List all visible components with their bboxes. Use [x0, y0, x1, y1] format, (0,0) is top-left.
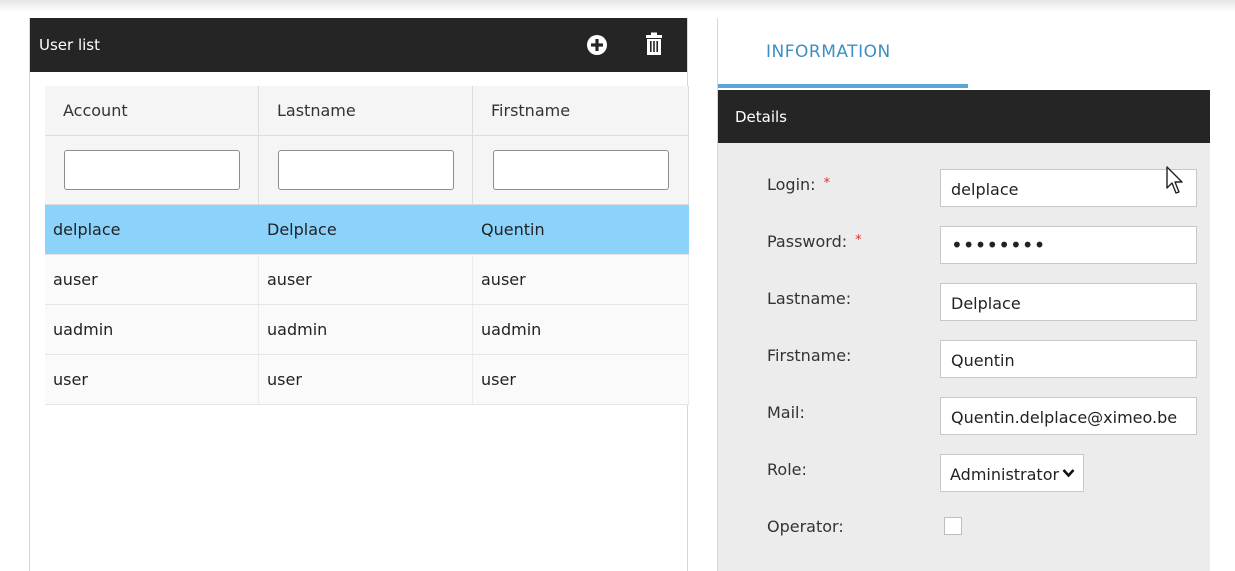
password-label: Password: * [767, 232, 862, 251]
column-header-account[interactable]: Account [45, 86, 259, 135]
user-grid: Account Lastname Firstname delplace Delp… [45, 86, 689, 405]
filter-lastname-input[interactable] [277, 150, 454, 190]
required-marker: * [823, 176, 831, 191]
required-marker: * [855, 233, 862, 248]
cell-firstname: auser [473, 255, 689, 304]
tab-bar: INFORMATION [718, 18, 1210, 90]
cell-lastname: user [259, 355, 473, 404]
form-row-lastname: Lastname: Delplace [718, 279, 1211, 321]
grid-filter-row [45, 136, 689, 205]
trash-icon [646, 32, 662, 55]
cell-lastname: auser [259, 255, 473, 304]
user-list-header: User list [30, 18, 687, 72]
form-row-login: Login: * delplace [718, 165, 1211, 207]
cell-account: delplace [45, 205, 259, 254]
form-row-operator: Operator: [718, 507, 1211, 547]
cell-account: auser [45, 255, 259, 304]
table-row[interactable]: uadmin uadmin uadmin [45, 305, 689, 355]
firstname-label: Firstname: [767, 346, 852, 365]
grid-header: Account Lastname Firstname [45, 86, 689, 136]
login-label: Login: * [767, 175, 831, 194]
firstname-field[interactable]: Quentin [940, 340, 1197, 378]
details-panel: INFORMATION Details Login: * delplace Pas… [717, 18, 1210, 571]
column-header-lastname[interactable]: Lastname [259, 86, 473, 135]
cell-firstname: user [473, 355, 689, 404]
mail-label: Mail: [767, 403, 805, 422]
chevron-down-icon [1062, 469, 1075, 478]
role-selected-value: Administrator [950, 465, 1060, 484]
add-user-button[interactable] [584, 32, 610, 58]
operator-checkbox[interactable] [944, 517, 962, 535]
tab-active-indicator [718, 84, 968, 88]
form-row-role: Role: Administrator [718, 450, 1211, 492]
lastname-label: Lastname: [767, 289, 852, 308]
form-row-mail: Mail: Quentin.delplace@ximeo.be [718, 393, 1211, 435]
table-row[interactable]: delplace Delplace Quentin [45, 205, 689, 255]
details-header: Details [718, 90, 1210, 143]
top-shadow [0, 0, 1235, 12]
filter-firstname-input[interactable] [492, 150, 669, 190]
filter-account-input[interactable] [63, 150, 240, 190]
cell-lastname: Delplace [259, 205, 473, 254]
role-label: Role: [767, 460, 807, 479]
mail-field[interactable]: Quentin.delplace@ximeo.be [940, 397, 1197, 435]
user-list-panel: User list Account Lastname Firstname del… [29, 18, 689, 571]
password-value: •••••••• [951, 233, 1046, 257]
mouse-cursor-icon [1166, 166, 1183, 194]
table-row[interactable]: auser auser auser [45, 255, 689, 305]
cell-lastname: uadmin [259, 305, 473, 354]
tab-information[interactable]: INFORMATION [766, 42, 891, 62]
operator-label: Operator: [767, 517, 844, 536]
role-select[interactable]: Administrator [940, 454, 1084, 492]
cell-account: user [45, 355, 259, 404]
cell-firstname: uadmin [473, 305, 689, 354]
form-row-password: Password: * •••••••• [718, 222, 1211, 264]
cell-account: uadmin [45, 305, 259, 354]
password-field[interactable]: •••••••• [940, 226, 1197, 264]
login-field[interactable]: delplace [940, 169, 1197, 207]
cell-firstname: Quentin [473, 205, 689, 254]
form-row-firstname: Firstname: Quentin [718, 336, 1211, 378]
plus-circle-icon [587, 35, 607, 55]
lastname-field[interactable]: Delplace [940, 283, 1197, 321]
column-header-firstname[interactable]: Firstname [473, 86, 689, 135]
table-row[interactable]: user user user [45, 355, 689, 405]
delete-user-button[interactable] [641, 31, 667, 57]
